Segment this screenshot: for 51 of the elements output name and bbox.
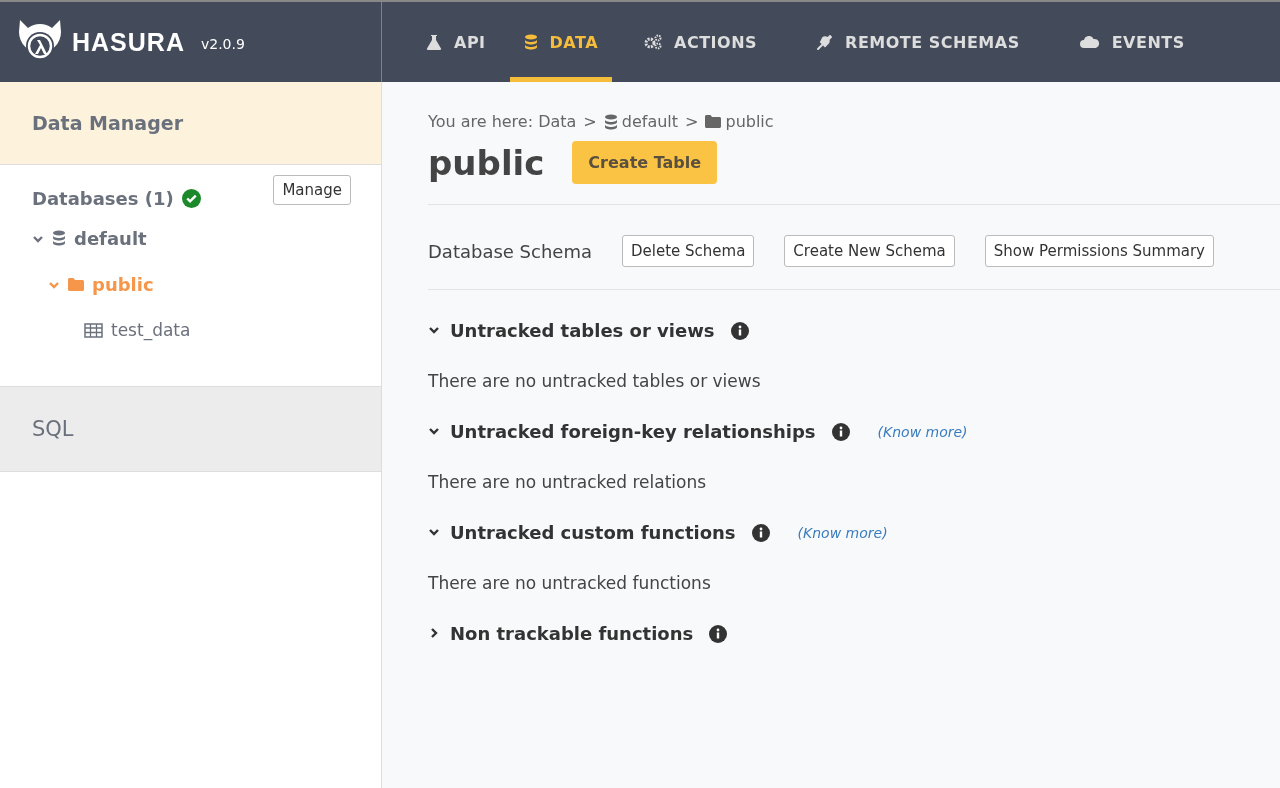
sql-item[interactable]: SQL bbox=[0, 387, 381, 472]
schema-button[interactable]: Create New Schema bbox=[784, 235, 955, 267]
section-title[interactable]: Untracked custom functions bbox=[450, 522, 736, 543]
breadcrumb-separator: > bbox=[685, 112, 699, 131]
folder-icon bbox=[705, 115, 722, 128]
empty-message: There are no untracked tables or views bbox=[428, 371, 762, 391]
table-icon bbox=[84, 322, 103, 338]
manage-button[interactable]: Manage bbox=[273, 175, 351, 205]
databases-label: Databases (1) bbox=[32, 187, 174, 209]
nav-tab[interactable]: EVENTS bbox=[1065, 7, 1199, 82]
breadcrumb-item[interactable]: default bbox=[621, 112, 679, 131]
create-table-button[interactable]: Create Table bbox=[572, 141, 718, 184]
sidebar-title: Data Manager bbox=[32, 112, 184, 134]
empty-message: There are no untracked functions bbox=[428, 573, 712, 593]
schema-button[interactable]: Show Permissions Summary bbox=[984, 235, 1214, 267]
nav-tab[interactable]: ACTIONS bbox=[630, 7, 772, 82]
info-icon bbox=[730, 321, 749, 340]
schema-label: Database Schema bbox=[428, 240, 592, 262]
brand-name: HASURA bbox=[72, 27, 185, 57]
chevron-right-icon[interactable] bbox=[428, 627, 440, 639]
chevron-down-icon[interactable] bbox=[428, 425, 440, 437]
tree-item[interactable]: default bbox=[32, 215, 351, 261]
cloud-icon bbox=[1079, 35, 1100, 49]
info-icon bbox=[831, 422, 850, 441]
breadcrumb-separator: > bbox=[583, 112, 597, 131]
page-title: public bbox=[428, 142, 545, 183]
flask-icon bbox=[426, 34, 442, 50]
breadcrumb-item[interactable]: You are here: Data bbox=[428, 112, 577, 131]
nav-tab[interactable]: REMOTE SCHEMAS bbox=[803, 7, 1034, 82]
folder-icon bbox=[68, 277, 84, 291]
info-icon bbox=[709, 624, 728, 643]
database-icon bbox=[603, 113, 618, 130]
nav-tab[interactable]: API bbox=[412, 7, 500, 82]
gears-icon bbox=[644, 34, 663, 50]
tree-item[interactable]: test_data bbox=[84, 307, 351, 353]
breadcrumb-item[interactable]: public bbox=[725, 112, 774, 131]
schema-button[interactable]: Delete Schema bbox=[622, 235, 755, 267]
chevron-down-icon[interactable] bbox=[428, 526, 440, 538]
nav-tab[interactable]: DATA bbox=[509, 7, 613, 82]
know-more-link[interactable]: (Know more) bbox=[797, 524, 888, 541]
info-icon bbox=[751, 523, 770, 542]
database-icon bbox=[52, 230, 66, 246]
chevron-down-icon[interactable] bbox=[428, 324, 440, 336]
section-title[interactable]: Untracked tables or views bbox=[450, 320, 715, 341]
know-more-link[interactable]: (Know more) bbox=[877, 423, 968, 440]
section-title[interactable]: Untracked foreign-key relationships bbox=[450, 421, 816, 442]
version-label: v2.0.9 bbox=[200, 36, 245, 52]
plug-icon bbox=[817, 34, 834, 50]
database-icon bbox=[523, 34, 538, 50]
empty-message: There are no untracked relations bbox=[428, 472, 708, 492]
section-title[interactable]: Non trackable functions bbox=[450, 623, 694, 644]
